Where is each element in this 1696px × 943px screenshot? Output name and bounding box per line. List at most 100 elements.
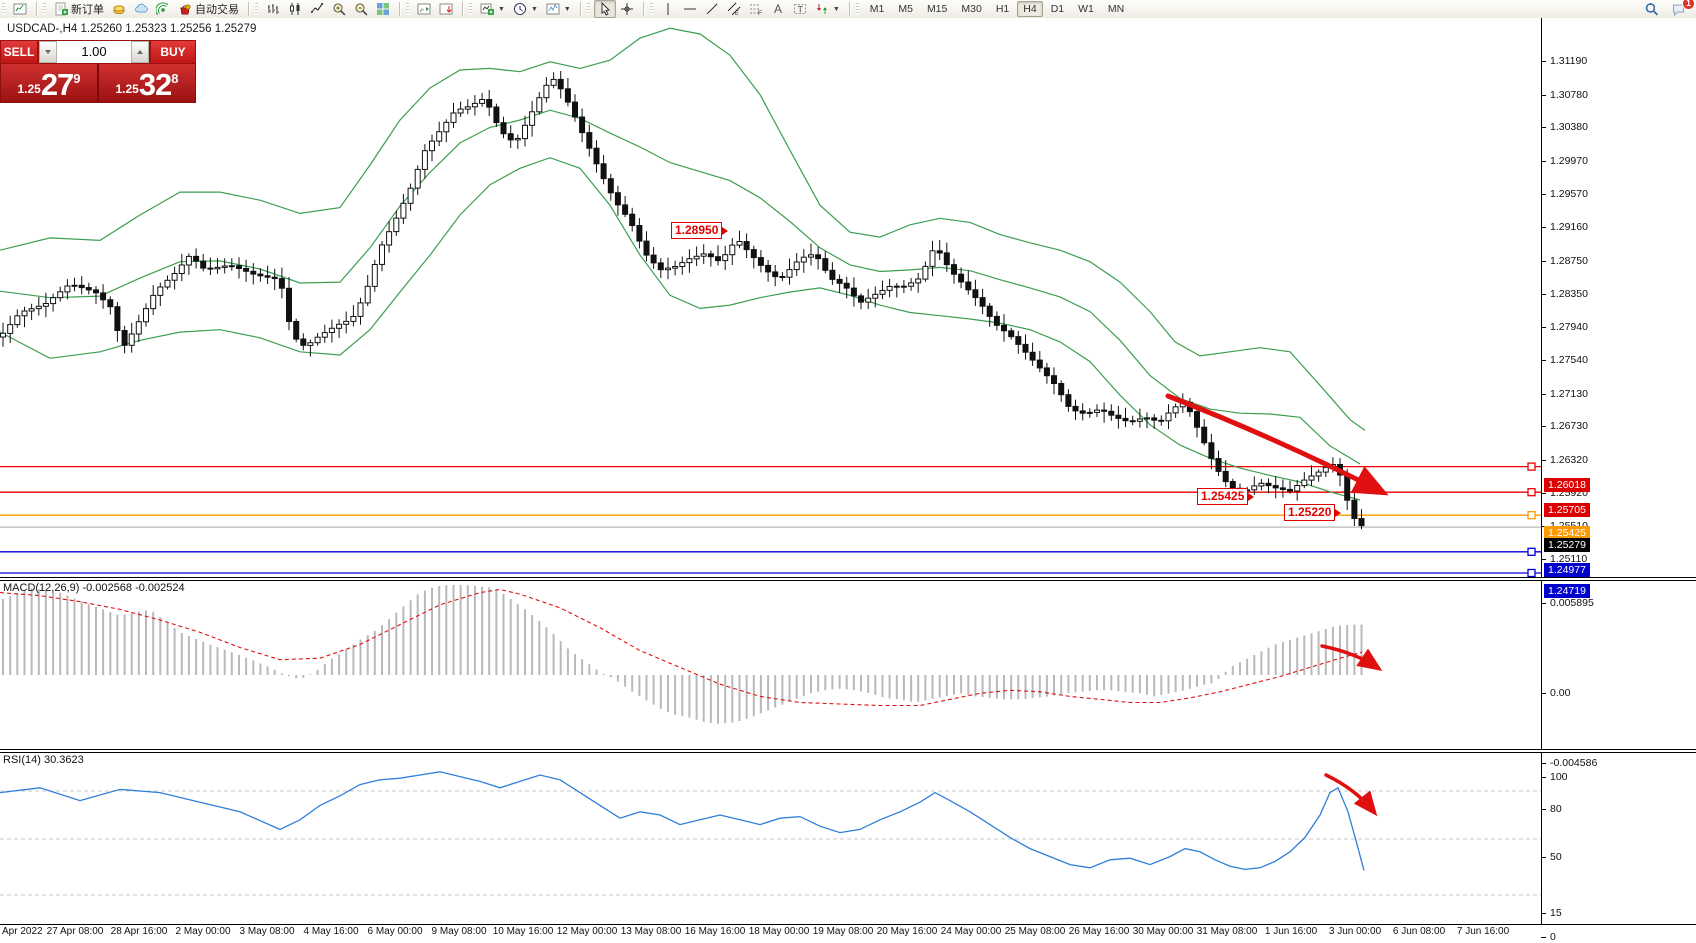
price-tick <box>1541 127 1546 128</box>
signal-icon <box>156 2 170 16</box>
gold-icon <box>112 2 126 16</box>
chart-shift-button[interactable] <box>413 0 435 18</box>
timeframe-M5-button[interactable]: M5 <box>892 1 919 17</box>
time-label: 6 Jun 08:00 <box>1393 926 1445 937</box>
timeframe-H1-button[interactable]: H1 <box>990 1 1015 17</box>
time-label: 12 May 00:00 <box>557 926 618 937</box>
toolbar-separator <box>580 2 582 16</box>
cursor-tool-button[interactable] <box>594 0 616 18</box>
notifications-button[interactable]: 1 <box>1667 0 1690 18</box>
chevron-down-icon[interactable]: ▼ <box>531 6 538 13</box>
time-label: 3 Jun 00:00 <box>1329 926 1381 937</box>
text-icon: A <box>771 2 785 16</box>
trading-signals-button[interactable] <box>152 0 174 18</box>
tile-windows-button[interactable] <box>372 0 394 18</box>
toolbar-drag-handle[interactable] <box>43 3 46 15</box>
price-tick <box>1541 360 1546 361</box>
price-annotation-label[interactable]: 1.28950 <box>671 222 722 239</box>
zoom-out-button[interactable] <box>350 0 372 18</box>
equidistant-channel-tool-button[interactable]: E <box>723 0 745 18</box>
timeframe-MN-button[interactable]: MN <box>1102 1 1130 17</box>
chevron-down-icon[interactable]: ▼ <box>833 6 840 13</box>
timeframe-M1-button[interactable]: M1 <box>864 1 891 17</box>
ask-big-digits: 32 <box>139 70 171 100</box>
crosshair-tool-button[interactable] <box>616 0 638 18</box>
chart-canvas[interactable] <box>0 18 1541 925</box>
trendline-tool-button[interactable] <box>701 0 723 18</box>
chart-window-icon <box>13 2 27 16</box>
notification-badge: 1 <box>1682 0 1695 10</box>
price-annotation-label[interactable]: 1.25425 <box>1197 488 1248 505</box>
periods-button[interactable]: ▼ <box>509 0 542 18</box>
label-icon: T <box>793 2 807 16</box>
timeframe-H4-button[interactable]: H4 <box>1017 1 1042 17</box>
toolbar-drag-handle[interactable] <box>2 3 5 15</box>
price-tick <box>1541 327 1546 328</box>
trendline-icon <box>705 2 719 16</box>
chevron-down-icon[interactable]: ▼ <box>498 6 505 13</box>
zoom-in-button[interactable] <box>328 0 350 18</box>
chart-area[interactable]: USDCAD-,H4 1.25260 1.25323 1.25256 1.252… <box>0 18 1696 939</box>
timeframe-M15-button[interactable]: M15 <box>921 1 953 17</box>
volume-input[interactable]: 1.00 <box>57 41 131 63</box>
timeframe-M30-button[interactable]: M30 <box>955 1 987 17</box>
new-order-button[interactable]: 新订单 <box>50 0 108 19</box>
macd-tick <box>1541 693 1546 694</box>
toolbar-separator <box>248 2 250 16</box>
time-label: 30 May 00:00 <box>1133 926 1194 937</box>
rsi-tick <box>1541 809 1546 810</box>
ask-price[interactable]: 1.25328 <box>99 64 195 102</box>
price-tick <box>1541 394 1546 395</box>
line-chart-mode-button[interactable] <box>306 0 328 18</box>
vertical-line-tool-button[interactable] <box>657 0 679 18</box>
mql5-cloud-button[interactable] <box>130 0 152 18</box>
chart-window-button[interactable] <box>9 0 31 18</box>
bid-prefix: 1.25 <box>17 82 40 96</box>
auto-trading-button[interactable]: 自动交易 <box>174 0 243 19</box>
zoom-out-icon <box>354 2 368 16</box>
time-label: Apr 2022 <box>2 926 43 937</box>
new-order-icon <box>54 2 68 16</box>
timeframe-W1-button[interactable]: W1 <box>1072 1 1100 17</box>
buy-button[interactable]: BUY <box>150 40 196 64</box>
macd-pane-separator[interactable] <box>0 577 1696 581</box>
chart-autoscroll-button[interactable] <box>435 0 457 18</box>
vline-icon <box>661 2 675 16</box>
candlestick-mode-button[interactable] <box>284 0 306 18</box>
toolbar-drag-handle[interactable] <box>856 3 859 15</box>
price-tick-label: 1.26730 <box>1550 420 1588 432</box>
toolbar-separator <box>849 2 851 16</box>
rsi-axis-label: 50 <box>1550 851 1562 863</box>
chart-autoscroll-icon <box>439 2 453 16</box>
price-tick-label: 1.28350 <box>1550 288 1588 300</box>
horizontal-line-tool-button[interactable] <box>679 0 701 18</box>
time-label: 24 May 00:00 <box>941 926 1002 937</box>
rsi-pane-separator[interactable] <box>0 749 1696 753</box>
volume-increment-button[interactable] <box>131 41 149 63</box>
bid-price[interactable]: 1.25279 <box>1 64 97 102</box>
shapes-icon <box>815 2 829 16</box>
sell-button[interactable]: SELL <box>0 40 38 64</box>
price-annotation-label[interactable]: 1.25220 <box>1284 504 1335 521</box>
text-label-tool-button[interactable]: T <box>789 0 811 18</box>
chevron-down-icon[interactable]: ▼ <box>564 6 571 13</box>
toolbar-drag-handle[interactable] <box>469 3 472 15</box>
templates-button[interactable]: ▼ <box>542 0 575 18</box>
arrows-tool-button[interactable]: ▼ <box>811 0 844 18</box>
toolbar-drag-handle[interactable] <box>587 3 590 15</box>
search-button[interactable] <box>1640 0 1663 18</box>
bar-chart-mode-button[interactable] <box>262 0 284 18</box>
fibonacci-tool-button[interactable]: F <box>745 0 767 18</box>
time-label: 27 Apr 08:00 <box>47 926 104 937</box>
text-tool-button[interactable]: A <box>767 0 789 18</box>
cloud-icon <box>134 2 148 16</box>
toolbar-drag-handle[interactable] <box>406 3 409 15</box>
new-chart-button[interactable]: ▼ <box>476 0 509 18</box>
tile-windows-icon <box>376 2 390 16</box>
timeframe-D1-button[interactable]: D1 <box>1045 1 1070 17</box>
deposit-gold-button[interactable] <box>108 0 130 18</box>
volume-decrement-button[interactable] <box>39 41 57 63</box>
toolbar-drag-handle[interactable] <box>650 3 653 15</box>
rsi-axis-label: 15 <box>1550 907 1562 919</box>
toolbar-drag-handle[interactable] <box>255 3 258 15</box>
